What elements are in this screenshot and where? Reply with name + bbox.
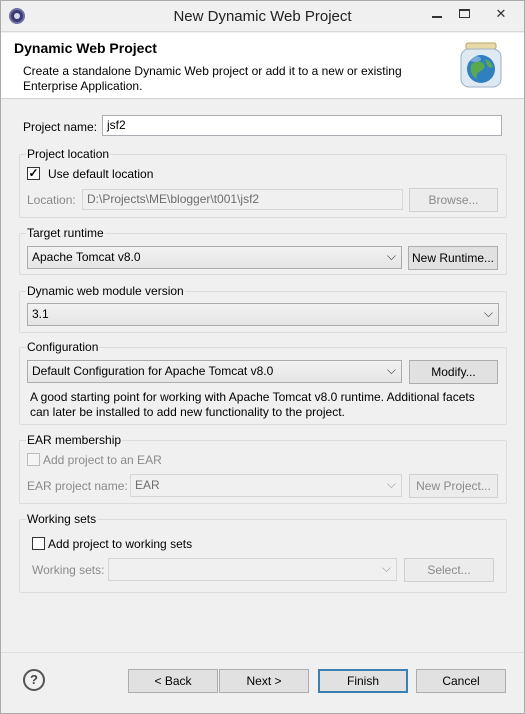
title-bar: New Dynamic Web Project ✕ [1,1,524,32]
project-name-label: Project name: [23,120,98,134]
location-label: Location: [27,193,76,207]
module-version-group-label: Dynamic web module version [26,284,185,298]
finish-button[interactable]: Finish [318,669,408,693]
configuration-description: A good starting point for working with A… [30,390,475,419]
project-name-input[interactable]: jsf2 [102,115,502,136]
modify-button[interactable]: Modify... [409,360,498,384]
new-runtime-button[interactable]: New Runtime... [408,246,498,270]
configuration-select[interactable]: Default Configuration for Apache Tomcat … [27,360,402,383]
back-button[interactable]: < Back [128,669,218,693]
chevron-down-icon: ⌵ [386,477,396,491]
chevron-down-icon: ⌵ [381,561,391,575]
target-runtime-group-label: Target runtime [26,226,105,240]
ear-project-value: EAR [135,478,160,492]
chevron-down-icon: ⌵ [483,306,493,320]
dialog-window: New Dynamic Web Project ✕ Dynamic Web Pr… [0,0,525,714]
working-sets-select[interactable]: ⌵ [108,558,397,581]
select-button[interactable]: Select... [404,558,494,582]
target-runtime-value: Apache Tomcat v8.0 [32,250,141,264]
module-version-value: 3.1 [32,307,49,321]
close-button[interactable]: ✕ [479,5,523,25]
configuration-group-label: Configuration [26,340,100,354]
add-to-ear-label: Add project to an EAR [43,453,162,467]
minimize-button[interactable] [423,5,451,25]
new-project-button[interactable]: New Project... [409,474,498,498]
ear-membership-group-label: EAR membership [26,433,123,447]
web-project-globe-icon [460,42,502,88]
chevron-down-icon: ⌵ [386,363,396,377]
cancel-button[interactable]: Cancel [416,669,506,693]
module-version-select[interactable]: 3.1 ⌵ [27,303,499,326]
banner-title: Dynamic Web Project [14,40,157,56]
banner-description: Create a standalone Dynamic Web project … [23,64,402,93]
project-location-group-label: Project location [26,147,111,161]
close-icon: ✕ [495,6,507,21]
ear-project-select[interactable]: EAR ⌵ [130,474,402,497]
configuration-value: Default Configuration for Apache Tomcat … [32,364,274,378]
target-runtime-select[interactable]: Apache Tomcat v8.0 ⌵ [27,246,402,269]
add-to-working-sets-label: Add project to working sets [48,537,193,551]
working-sets-group-label: Working sets [26,512,98,526]
location-input[interactable]: D:\Projects\ME\blogger\t001\jsf2 [82,189,403,210]
next-button[interactable]: Next > [219,669,309,693]
working-sets-label: Working sets: [32,563,105,577]
maximize-icon [458,9,470,18]
wizard-banner: Dynamic Web Project Create a standalone … [1,33,524,99]
add-to-ear-checkbox[interactable] [27,453,40,466]
add-to-working-sets-checkbox[interactable] [32,537,45,550]
use-default-location-label: Use default location [48,167,154,181]
help-icon[interactable]: ? [23,669,45,691]
ear-project-name-label: EAR project name: [27,479,128,493]
maximize-button[interactable] [450,5,478,25]
chevron-down-icon: ⌵ [386,249,396,263]
use-default-location-checkbox[interactable]: ✓ [27,167,40,180]
browse-button[interactable]: Browse... [409,188,498,212]
minimize-icon [432,16,442,18]
footer-separator [1,652,524,653]
